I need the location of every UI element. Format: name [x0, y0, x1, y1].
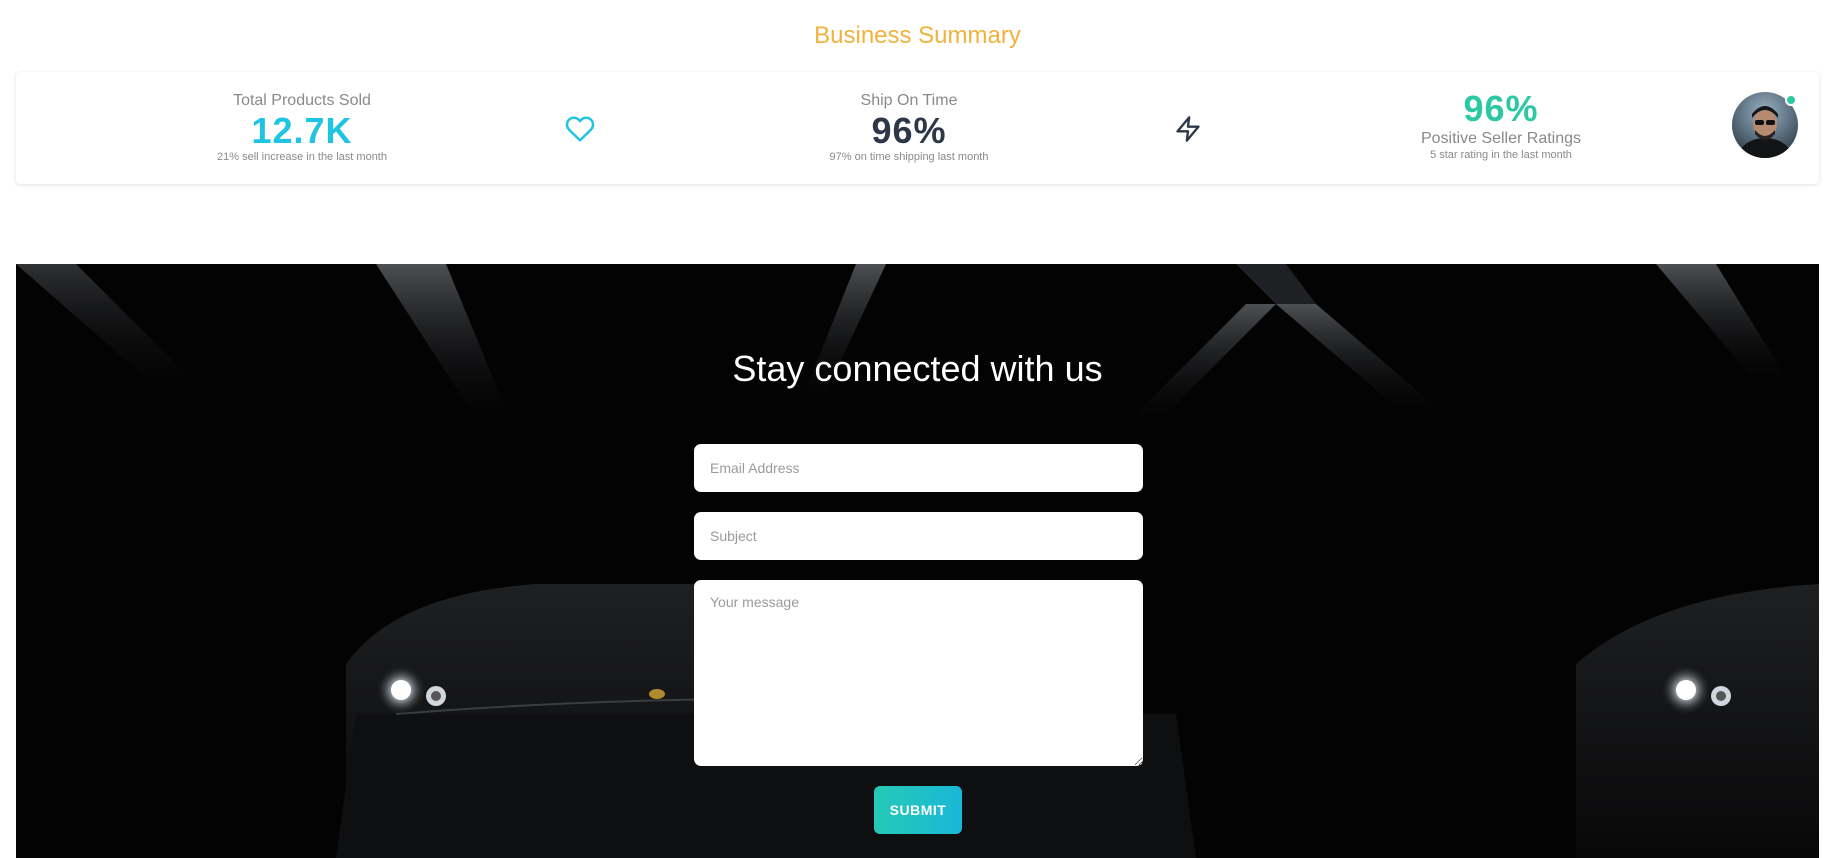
contact-title: Stay connected with us — [732, 348, 1103, 389]
stat-label: Ship On Time — [860, 92, 958, 109]
online-status-dot — [1785, 94, 1797, 106]
email-field[interactable] — [694, 444, 1143, 492]
subject-field[interactable] — [694, 512, 1143, 560]
heart-icon — [565, 116, 595, 142]
summary-title: Business Summary — [814, 22, 1021, 49]
business-summary-card: Total Products Sold 12.7K 21% sell incre… — [16, 72, 1819, 184]
stat-value: 96% — [871, 110, 947, 151]
stat-positive-seller-ratings: 96% Positive Seller Ratings 5 star ratin… — [1371, 90, 1631, 162]
page: Business Summary Total Products Sold 12.… — [0, 0, 1835, 858]
bolt-icon — [1176, 116, 1200, 142]
stat-label: Positive Seller Ratings — [1420, 130, 1582, 147]
stat-label: Total Products Sold — [233, 92, 371, 109]
message-field[interactable] — [694, 580, 1143, 766]
submit-button[interactable]: SUBMIT — [874, 786, 962, 834]
stat-ship-on-time: Ship On Time 96% 97% on time shipping la… — [779, 92, 1039, 164]
stat-note: 5 star rating in the last month — [1430, 149, 1572, 161]
stat-value: 12.7K — [251, 110, 353, 151]
stat-note: 21% sell increase in the last month — [217, 151, 387, 163]
stat-note: 97% on time shipping last month — [829, 151, 989, 163]
stat-value: 96% — [1463, 88, 1539, 129]
stat-total-products-sold: Total Products Sold 12.7K 21% sell incre… — [172, 92, 432, 164]
contact-section: Stay connected with us SUBMIT — [16, 264, 1819, 858]
